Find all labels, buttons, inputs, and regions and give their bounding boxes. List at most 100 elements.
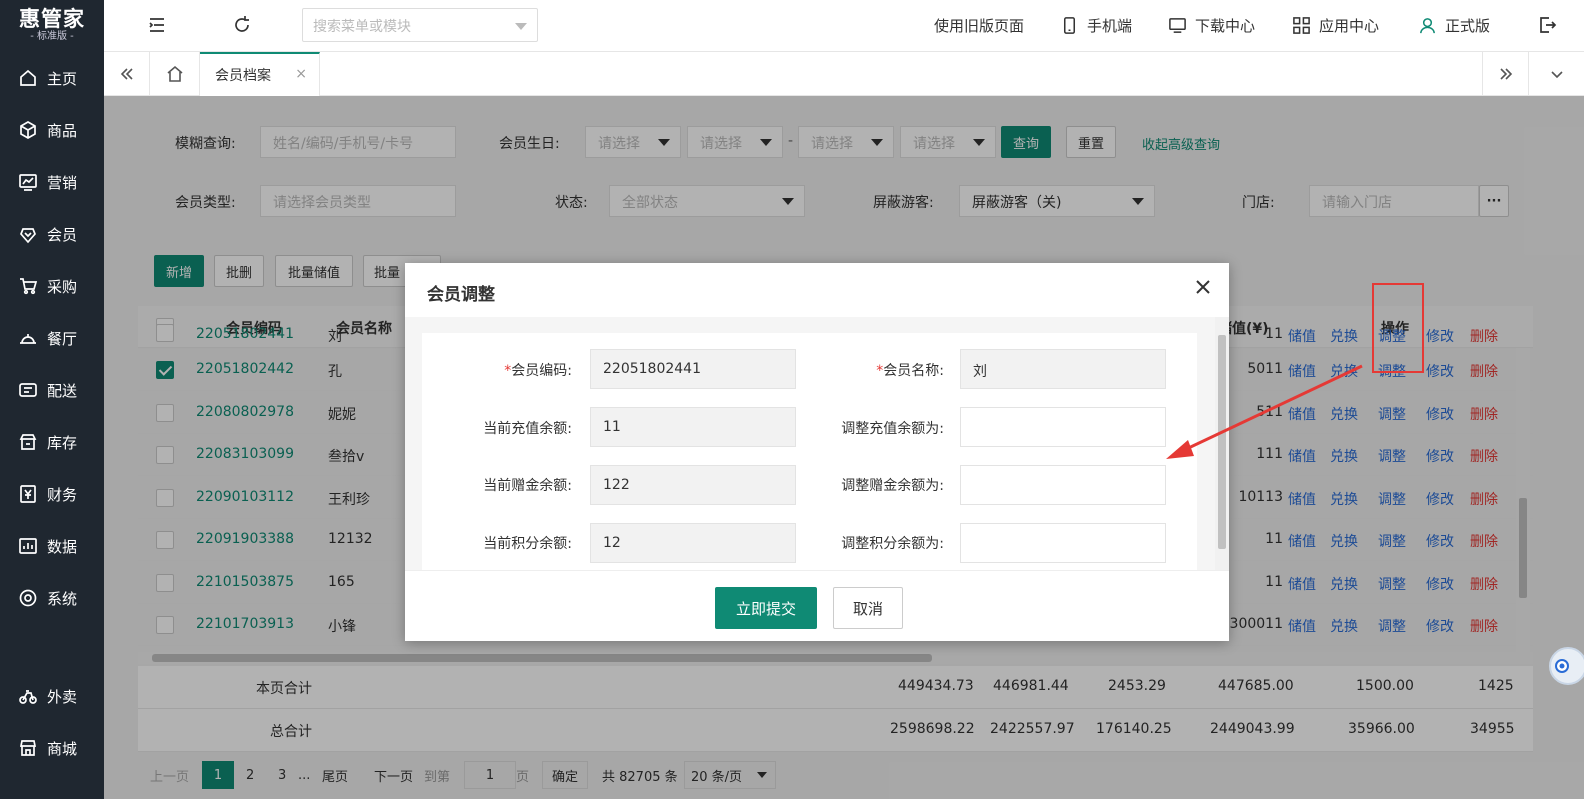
sidebar-item-goods[interactable]: 商品 (0, 108, 104, 152)
cancel-button[interactable]: 取消 (833, 587, 903, 629)
sidebar-item-label: 商品 (47, 121, 78, 140)
sidebar-item-mall[interactable]: 商城 (0, 726, 104, 770)
menu-toggle-icon[interactable] (146, 14, 168, 36)
modal-title: 会员调整 (427, 285, 495, 305)
chart-icon (19, 174, 37, 191)
member-adjust-modal: 会员调整 *会员编码: 22051802441 *会员名称: 刘 当前充值余额:… (405, 263, 1229, 641)
mobile-link[interactable]: 手机端 (1060, 15, 1132, 36)
chevron-down-icon (1550, 71, 1563, 79)
gear-icon (19, 589, 37, 607)
brand-edition: - 标准版 - (30, 31, 74, 42)
cart-icon (20, 278, 38, 295)
sidebar-item-label: 财务 (47, 485, 78, 504)
sidebar-item-label: 采购 (47, 277, 78, 296)
close-tab-icon[interactable]: × (295, 66, 307, 82)
tabs-menu-button[interactable] (1528, 52, 1584, 96)
adjust-gift-label: 调整赠金余额为: (841, 478, 944, 494)
sidebar-item-label: 系统 (47, 589, 78, 608)
sidebar-item-label: 库存 (47, 433, 78, 452)
tab-bar: 会员档案 × (104, 52, 1584, 96)
current-points-label: 当前积分余额: (483, 536, 572, 552)
member-name-label: *会员名称: (794, 360, 944, 380)
sidebar-item-label: 配送 (47, 381, 78, 400)
member-code-label: *会员编码: (422, 360, 572, 380)
current-points-field: 12 (590, 523, 796, 563)
menu-search-placeholder: 搜索菜单或模块 (313, 19, 411, 35)
sidebar-item-home[interactable]: 主页 (0, 56, 104, 100)
shop-icon (19, 740, 37, 756)
member-name-field: 刘 (960, 349, 1166, 389)
submit-button[interactable]: 立即提交 (715, 587, 817, 629)
data-icon (19, 538, 37, 554)
home-icon (20, 69, 36, 86)
sidebar-item-label: 营销 (47, 173, 78, 192)
brand-name: 惠管家 (19, 7, 85, 31)
tabs-scroll-left-button[interactable] (104, 52, 150, 96)
current-recharge-field: 11 (590, 407, 796, 447)
topbar: 搜索菜单或模块 使用旧版页面 手机端 下载中心 应用中心 正式版 (104, 0, 1584, 52)
box-icon (20, 121, 36, 139)
sidebar-item-label: 外卖 (47, 687, 78, 706)
refresh-icon[interactable] (231, 14, 253, 36)
monitor-icon (1169, 18, 1186, 33)
modal-scrollbar[interactable] (1215, 317, 1229, 570)
app-center-link[interactable]: 应用中心 (1292, 15, 1379, 36)
member-icon (20, 228, 36, 244)
tab-label: 会员档案 (215, 68, 271, 84)
sidebar-item-inventory[interactable]: 库存 (0, 420, 104, 464)
sidebar-item-system[interactable]: 系统 (0, 576, 104, 620)
version-label: 正式版 (1445, 17, 1491, 35)
member-name-label-text: 会员名称: (883, 363, 944, 379)
current-gift-field: 122 (590, 465, 796, 505)
mobile-label: 手机端 (1087, 17, 1133, 35)
double-chevron-right-icon (1499, 68, 1512, 80)
yen-icon (20, 485, 36, 503)
sidebar-item-takeout[interactable]: 外卖 (0, 674, 104, 718)
close-icon[interactable] (1193, 277, 1213, 297)
modal-footer: 立即提交 取消 (405, 570, 1229, 641)
sidebar-item-label: 商城 (47, 739, 78, 758)
home-tab[interactable] (150, 52, 200, 96)
sidebar-item-data[interactable]: 数据 (0, 524, 104, 568)
sidebar: 惠管家 - 标准版 - 主页 商品 营销 会员 采购 餐厅 配送 库存 财务 数… (0, 0, 104, 799)
adjust-gift-input[interactable] (960, 465, 1166, 505)
member-code-label-text: 会员编码: (511, 363, 572, 379)
sidebar-item-member[interactable]: 会员 (0, 212, 104, 256)
current-gift-label: 当前赠金余额: (483, 478, 572, 494)
adjust-points-input[interactable] (960, 523, 1166, 563)
robot-icon (1549, 647, 1584, 685)
current-recharge-label: 当前充值余额: (483, 421, 572, 437)
sidebar-item-label: 餐厅 (47, 329, 78, 348)
bike-icon (19, 690, 37, 704)
sidebar-item-purchase[interactable]: 采购 (0, 264, 104, 308)
menu-search-select[interactable]: 搜索菜单或模块 (302, 8, 538, 42)
modal-body: *会员编码: 22051802441 *会员名称: 刘 当前充值余额: 11 调… (405, 317, 1229, 570)
adjust-form: *会员编码: 22051802441 *会员名称: 刘 当前充值余额: 11 调… (422, 333, 1197, 570)
tab-member-archive[interactable]: 会员档案 × (200, 52, 320, 96)
assistant-badge[interactable] (1544, 640, 1584, 692)
old-page-link[interactable]: 使用旧版页面 (934, 15, 1024, 36)
brand-logo[interactable]: 惠管家 - 标准版 - (0, 0, 104, 52)
truck-icon (19, 383, 37, 397)
double-chevron-left-icon (120, 68, 133, 80)
dish-icon (20, 334, 36, 344)
annotation-highlight-box (1372, 283, 1424, 373)
sidebar-item-marketing[interactable]: 营销 (0, 160, 104, 204)
chevron-down-icon (515, 23, 527, 30)
sidebar-item-delivery[interactable]: 配送 (0, 368, 104, 412)
download-label: 下载中心 (1195, 17, 1256, 35)
old-page-label: 使用旧版页面 (934, 17, 1025, 35)
apps-label: 应用中心 (1319, 17, 1380, 35)
sidebar-item-finance[interactable]: 财务 (0, 472, 104, 516)
sidebar-item-label: 主页 (47, 69, 78, 88)
scroll-thumb[interactable] (1218, 335, 1226, 549)
download-center-link[interactable]: 下载中心 (1168, 15, 1255, 36)
adjust-recharge-label: 调整充值余额为: (841, 421, 944, 437)
tabs-scroll-right-button[interactable] (1482, 52, 1528, 96)
store-icon (19, 434, 37, 450)
logout-icon[interactable] (1536, 14, 1558, 36)
home-icon (166, 65, 183, 82)
sidebar-item-restaurant[interactable]: 餐厅 (0, 316, 104, 360)
version-link[interactable]: 正式版 (1418, 15, 1490, 36)
adjust-recharge-input[interactable] (960, 407, 1166, 447)
